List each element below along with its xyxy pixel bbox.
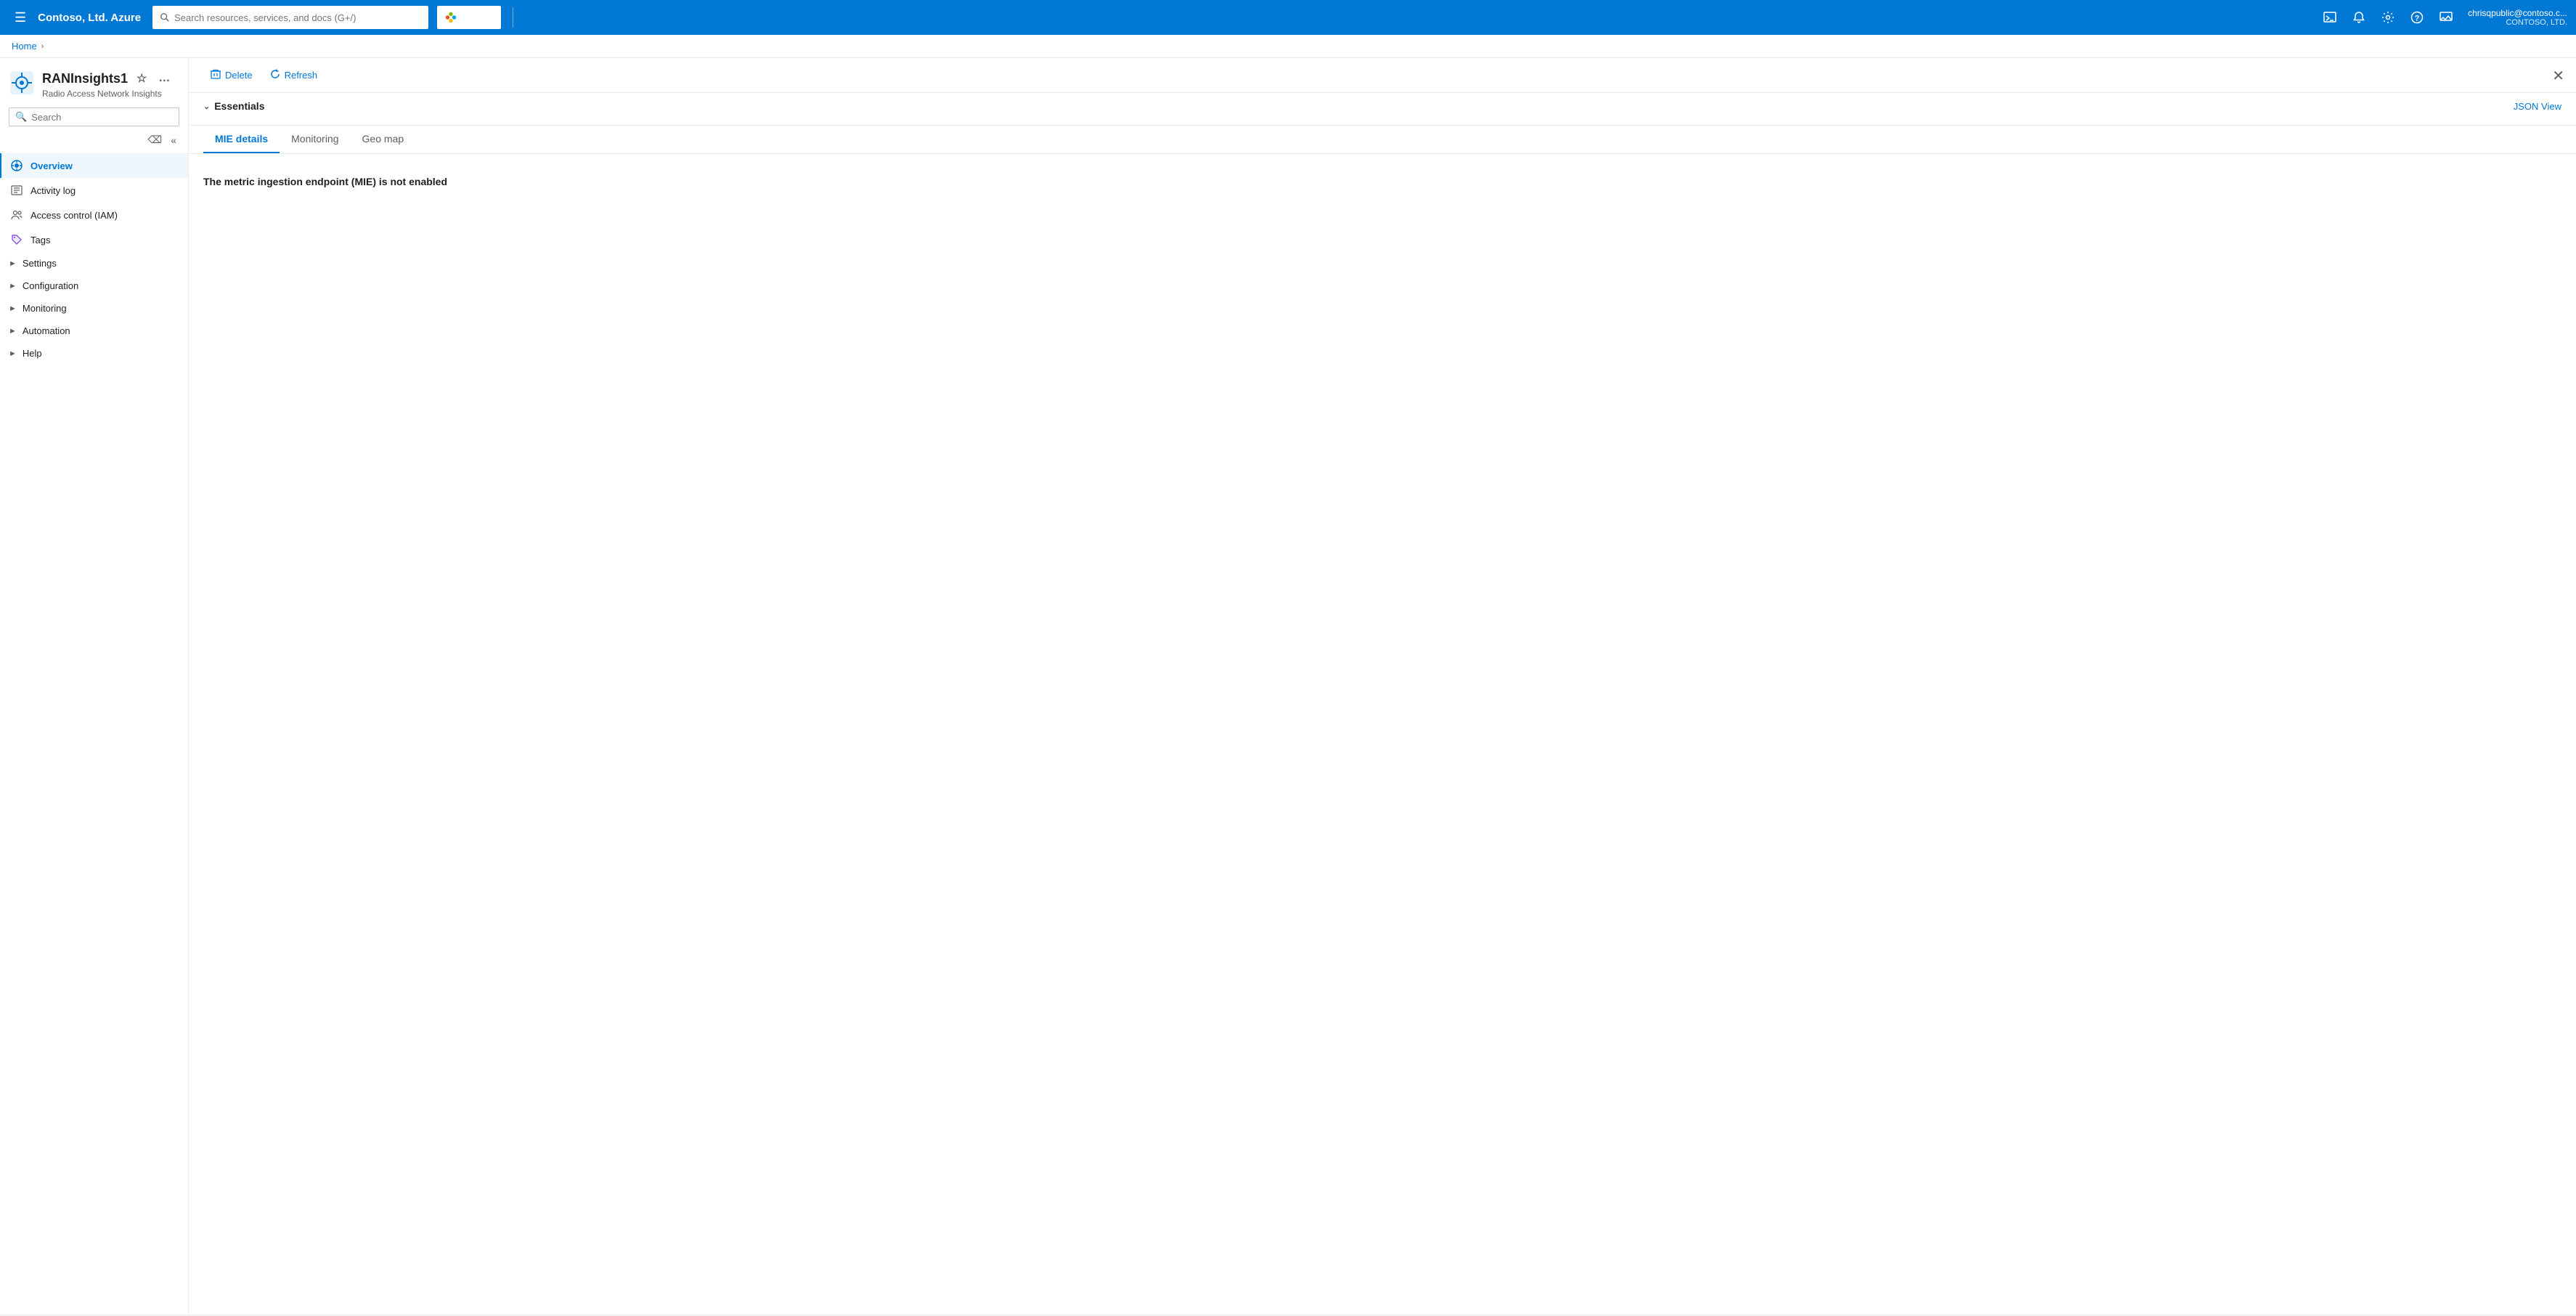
essentials-section: ⌄ Essentials JSON View: [189, 93, 2576, 126]
help-icon-btn[interactable]: ?: [2404, 4, 2430, 31]
sidebar-item-activity-log[interactable]: Activity log: [0, 178, 188, 203]
sidebar-item-iam-label: Access control (IAM): [30, 210, 118, 221]
sidebar-item-automation-label: Automation: [23, 325, 70, 336]
essentials-header: ⌄ Essentials JSON View: [203, 100, 2561, 112]
topnav-icon-group: ? chrisqpublic@contoso.c... CONTOSO, LTD…: [2317, 4, 2567, 31]
sidebar-item-help[interactable]: ► Help: [0, 342, 188, 365]
more-options-icon[interactable]: …: [155, 70, 173, 86]
delete-button[interactable]: Delete: [203, 65, 260, 85]
essentials-chevron: ⌄: [203, 102, 210, 111]
terminal-icon-btn[interactable]: [2317, 4, 2343, 31]
global-search-box[interactable]: [152, 6, 428, 29]
access-control-icon: [10, 208, 23, 222]
resource-type-icon: [9, 70, 35, 96]
bell-icon: [2352, 11, 2365, 24]
sidebar: RANInsights1 ☆ … Radio Access Network In…: [0, 58, 189, 1315]
global-search-input[interactable]: [174, 12, 421, 23]
refresh-icon: [270, 69, 280, 81]
sidebar-item-activity-log-label: Activity log: [30, 185, 76, 196]
automation-chevron: ►: [9, 327, 17, 336]
settings-chevron: ►: [9, 259, 17, 268]
essentials-title[interactable]: ⌄ Essentials: [203, 100, 264, 112]
refresh-button[interactable]: Refresh: [263, 65, 325, 85]
sidebar-search-input[interactable]: [31, 112, 173, 123]
copilot-icon: [444, 11, 457, 24]
sidebar-item-configuration[interactable]: ► Configuration: [0, 275, 188, 297]
terminal-icon: [2323, 11, 2336, 24]
tab-geo-map[interactable]: Geo map: [351, 126, 416, 153]
sidebar-item-overview-label: Overview: [30, 161, 73, 171]
resource-subtitle: Radio Access Network Insights: [42, 89, 179, 99]
copilot-button[interactable]: Copilot: [437, 6, 501, 29]
sidebar-item-monitoring-label: Monitoring: [23, 303, 67, 314]
sidebar-search-icon: 🔍: [15, 111, 27, 123]
top-navigation: ☰ Contoso, Ltd. Azure Copilot: [0, 0, 2576, 35]
tab-mie-details[interactable]: MIE details: [203, 126, 280, 153]
settings-icon-btn[interactable]: [2375, 4, 2401, 31]
activity-log-icon: [10, 184, 23, 197]
sidebar-item-automation[interactable]: ► Automation: [0, 320, 188, 342]
help-icon: ?: [2410, 11, 2424, 24]
favorite-icon[interactable]: ☆: [134, 70, 150, 87]
user-account[interactable]: chrisqpublic@contoso.c... CONTOSO, LTD.: [2468, 8, 2567, 27]
breadcrumb-home[interactable]: Home: [12, 41, 37, 52]
delete-label: Delete: [225, 70, 253, 81]
gear-icon: [2381, 11, 2394, 24]
hamburger-menu[interactable]: ☰: [9, 7, 32, 28]
sidebar-item-help-label: Help: [23, 348, 42, 359]
sidebar-search-box[interactable]: 🔍: [9, 107, 179, 126]
brand-name: Contoso, Ltd. Azure: [38, 12, 141, 24]
bell-icon-btn[interactable]: [2346, 4, 2372, 31]
user-email: chrisqpublic@contoso.c...: [2468, 8, 2567, 18]
tags-icon: [10, 233, 23, 246]
sidebar-item-settings-label: Settings: [23, 258, 57, 269]
monitoring-chevron: ►: [9, 304, 17, 313]
sidebar-item-tags[interactable]: Tags: [0, 227, 188, 252]
mie-disabled-message: The metric ingestion endpoint (MIE) is n…: [203, 176, 2561, 187]
sidebar-item-overview[interactable]: Overview: [0, 153, 188, 178]
search-icon: [160, 12, 170, 23]
sidebar-navigation: Overview Activity log: [0, 153, 188, 1315]
resource-info: RANInsights1 ☆ … Radio Access Network In…: [42, 70, 179, 99]
json-view-link[interactable]: JSON View: [2514, 101, 2561, 112]
configuration-chevron: ►: [9, 282, 17, 291]
tab-monitoring[interactable]: Monitoring: [280, 126, 350, 153]
main-body: The metric ingestion endpoint (MIE) is n…: [189, 154, 2576, 209]
feedback-icon: [2440, 11, 2453, 24]
breadcrumb-separator: ›: [41, 42, 44, 51]
copilot-label: Copilot: [462, 12, 494, 23]
collapse-icon[interactable]: «: [168, 133, 179, 147]
user-org: CONTOSO, LTD.: [2506, 18, 2567, 27]
sidebar-item-tags-label: Tags: [30, 235, 50, 245]
feedback-icon-btn[interactable]: [2433, 4, 2459, 31]
essentials-title-label: Essentials: [214, 100, 264, 112]
close-button[interactable]: ✕: [2552, 67, 2564, 85]
overview-icon: [10, 159, 23, 172]
sidebar-controls: ⌫ «: [9, 132, 179, 147]
help-chevron: ►: [9, 349, 17, 358]
delete-icon: [211, 69, 221, 81]
resource-header: RANInsights1 ☆ … Radio Access Network In…: [0, 58, 188, 105]
resource-name: RANInsights1 ☆ …: [42, 70, 179, 87]
main-layout: RANInsights1 ☆ … Radio Access Network In…: [0, 58, 2576, 1315]
svg-text:?: ?: [2415, 15, 2420, 23]
toolbar: Delete Refresh: [189, 58, 2576, 93]
sidebar-item-monitoring[interactable]: ► Monitoring: [0, 297, 188, 320]
sidebar-item-access-control[interactable]: Access control (IAM): [0, 203, 188, 227]
main-content: ✕ Delete: [189, 58, 2576, 1315]
sidebar-item-configuration-label: Configuration: [23, 280, 78, 291]
tabs-bar: MIE details Monitoring Geo map: [189, 126, 2576, 154]
refresh-label: Refresh: [285, 70, 318, 81]
pin-icon[interactable]: ⌫: [144, 132, 165, 147]
breadcrumb: Home ›: [0, 35, 2576, 58]
sidebar-item-settings[interactable]: ► Settings: [0, 252, 188, 275]
